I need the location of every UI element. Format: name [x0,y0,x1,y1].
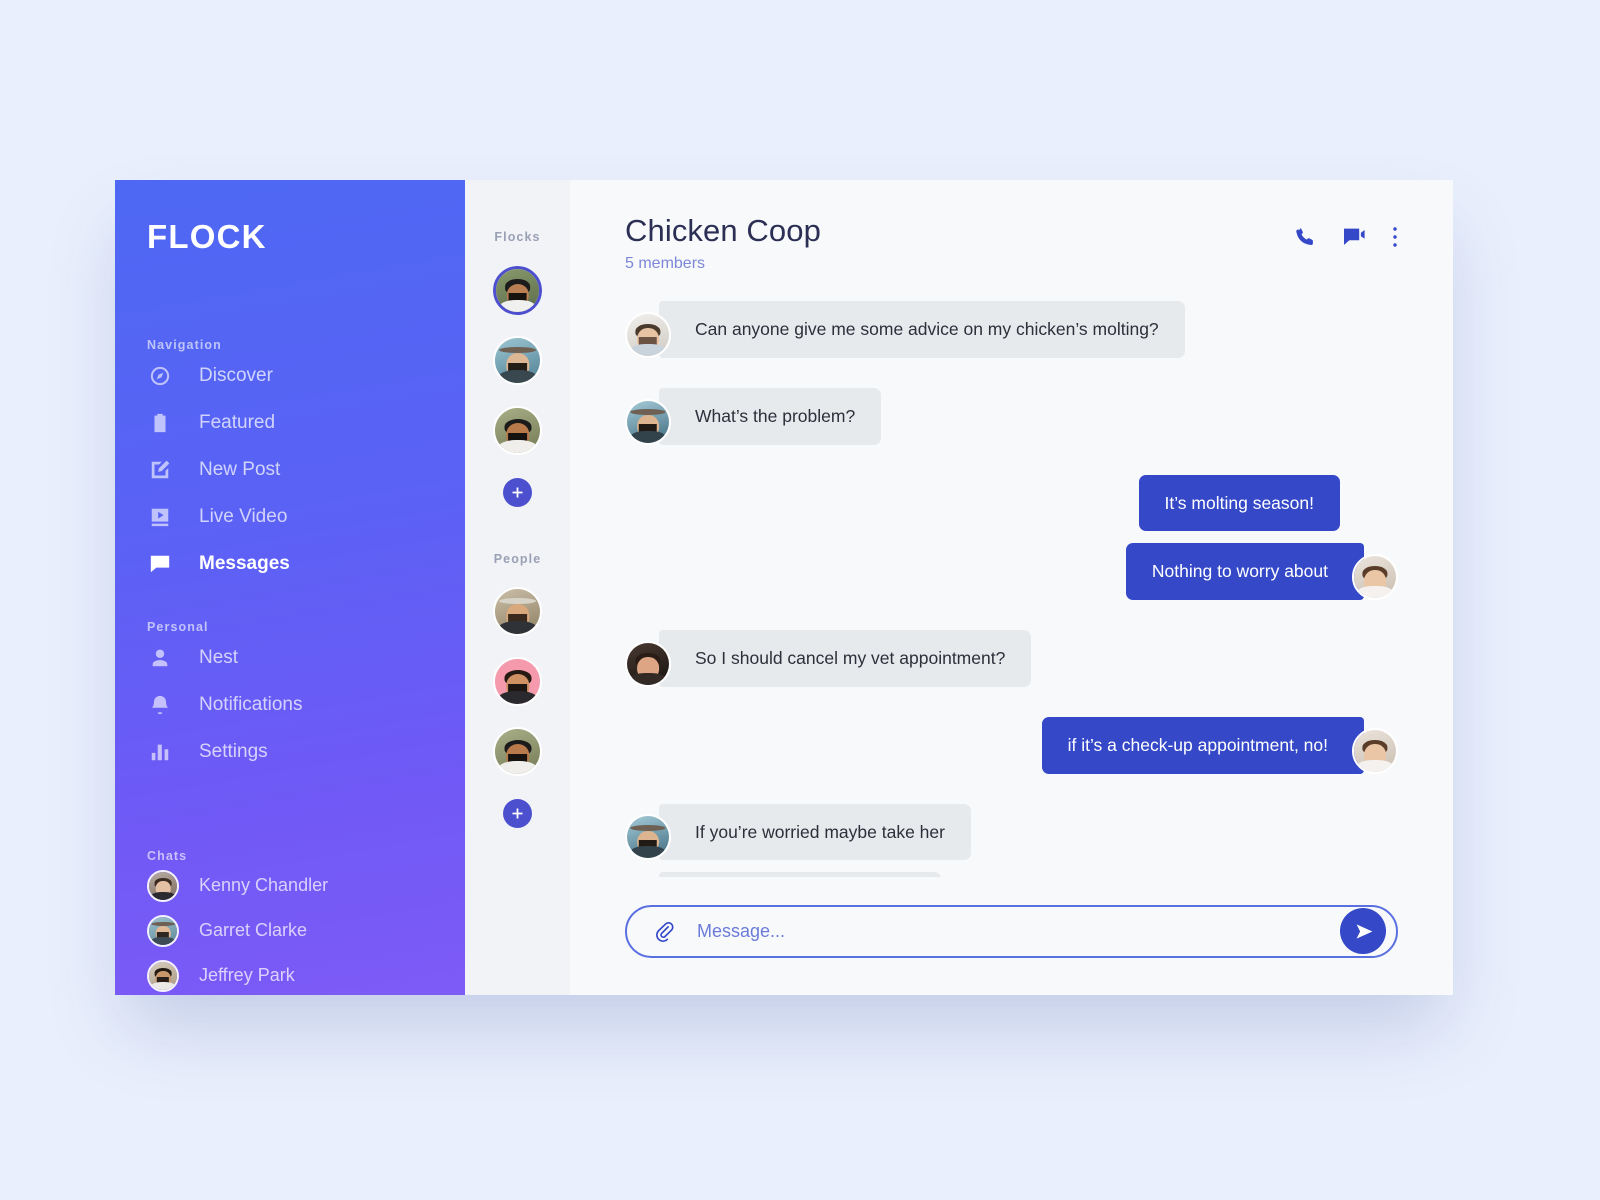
add-flock-button[interactable] [503,478,532,507]
plus-icon [512,808,523,819]
sidebar-item-discover[interactable]: Discover [115,352,465,399]
chat-name: Garret Clarke [199,920,308,940]
avatar [625,398,671,445]
sidebar-item-settings[interactable]: Settings [115,728,465,775]
message-row: I wasn’t sure if it was normal [625,872,1398,877]
sidebar-item-label: Messages [199,552,290,574]
sidebar-item-label: Featured [199,411,276,433]
compass-icon [147,363,173,389]
avatar [625,640,671,687]
avatar [625,814,671,861]
message-list: Can anyone give me some advice on my chi… [625,301,1398,877]
video-call-icon[interactable] [1342,225,1366,249]
message-row: Can anyone give me some advice on my chi… [625,301,1398,358]
sidebar-item-live-video[interactable]: Live Video [115,493,465,540]
plus-icon [512,487,523,498]
message-bubble: if it’s a check-up appointment, no! [1041,716,1364,774]
sidebar-item-label: Live Video [199,505,288,527]
sidebar-chat-kenny-chandler[interactable]: Kenny Chandler [115,863,465,908]
app-logo: FLOCK [147,218,267,255]
page-title: Chicken Coop [625,213,821,248]
more-options-icon[interactable] [1392,225,1398,249]
avatar [1352,554,1398,600]
chat-header-actions [1294,213,1398,249]
message-bubble: Nothing to worry about [1125,543,1364,600]
bell-icon [147,692,173,718]
person-avatar[interactable] [493,657,542,706]
sidebar-item-new-post[interactable]: New Post [115,446,465,493]
rail-label-people: People [493,552,542,566]
sidebar-item-label: Settings [199,740,268,762]
message-bubble: Can anyone give me some advice on my chi… [659,301,1185,358]
sidebar-item-messages[interactable]: Messages [115,540,465,587]
chat-panel: Chicken Coop 5 members Can anyone give m… [570,180,1453,995]
flock-avatar-selected[interactable] [490,263,545,318]
message-row: It’s molting season! [625,474,1398,532]
nav-section-navigation: Navigation Discover Featured New Post Li… [115,338,465,587]
rail-label-flocks: Flocks [494,230,541,244]
section-label-navigation: Navigation [147,338,222,352]
app-window: FLOCK Navigation Discover Featured New P… [115,180,1453,995]
sidebar-item-label: New Post [199,458,281,480]
person-icon [147,645,173,671]
sidebar-item-label: Discover [199,364,273,386]
sidebar-item-nest[interactable]: Nest [115,634,465,681]
chat-name: Jeffrey Park [199,965,295,985]
message-row: So I should cancel my vet appointment? [625,630,1398,687]
person-avatar[interactable] [493,727,542,776]
message-bubble: It’s molting season! [1138,474,1340,532]
message-bubble: So I should cancel my vet appointment? [659,630,1032,687]
message-input[interactable] [697,920,1340,942]
paperclip-icon[interactable] [653,920,675,943]
video-play-icon [147,504,173,530]
avatar [147,869,179,902]
flocks-people-rail: Flocks People [465,180,570,995]
message-bubble: If you’re worried maybe take her [659,803,971,861]
chat-header: Chicken Coop 5 members [625,180,1398,273]
sidebar-chat-garret-clarke[interactable]: Garret Clarke [115,908,465,953]
chat-header-titles: Chicken Coop 5 members [625,213,821,273]
call-icon[interactable] [1294,226,1316,248]
flock-avatar[interactable] [493,336,542,385]
flock-avatar[interactable] [493,406,542,455]
message-bubble: I wasn’t sure if it was normal [659,872,941,877]
sidebar-item-featured[interactable]: Featured [115,399,465,446]
section-label-chats: Chats [147,849,188,863]
avatar [147,914,179,947]
message-row: if it’s a check-up appointment, no! [625,716,1398,774]
sidebar-chat-jeffrey-park[interactable]: Jeffrey Park [115,953,465,995]
chat-name: Kenny Chandler [199,875,329,895]
send-icon [1356,924,1373,939]
sidebar-item-label: Nest [199,646,239,668]
message-row: If you’re worried maybe take her [625,803,1398,861]
sidebar-item-notifications[interactable]: Notifications [115,681,465,728]
member-count: 5 members [625,255,706,272]
message-bubble: What’s the problem? [659,387,882,445]
section-label-personal: Personal [147,620,209,634]
send-button[interactable] [1340,908,1386,955]
avatar [625,311,671,358]
person-avatar[interactable] [493,587,542,636]
add-person-button[interactable] [503,799,532,828]
bar-chart-icon [147,739,173,765]
message-composer [625,904,1398,958]
sidebar-item-label: Notifications [199,693,303,715]
message-row: Nothing to worry about [625,543,1398,600]
clipboard-icon [147,410,173,436]
avatar [1352,727,1398,774]
nav-section-personal: Personal Nest Notifications Settings [115,620,465,775]
sidebar: FLOCK Navigation Discover Featured New P… [115,180,465,995]
nav-section-chats: Chats Kenny Chandler Garret Clarke Jeffr… [115,849,465,995]
chat-bubble-icon [147,551,173,577]
avatar [147,959,179,992]
message-row: What’s the problem? [625,387,1398,445]
edit-square-icon [147,457,173,483]
